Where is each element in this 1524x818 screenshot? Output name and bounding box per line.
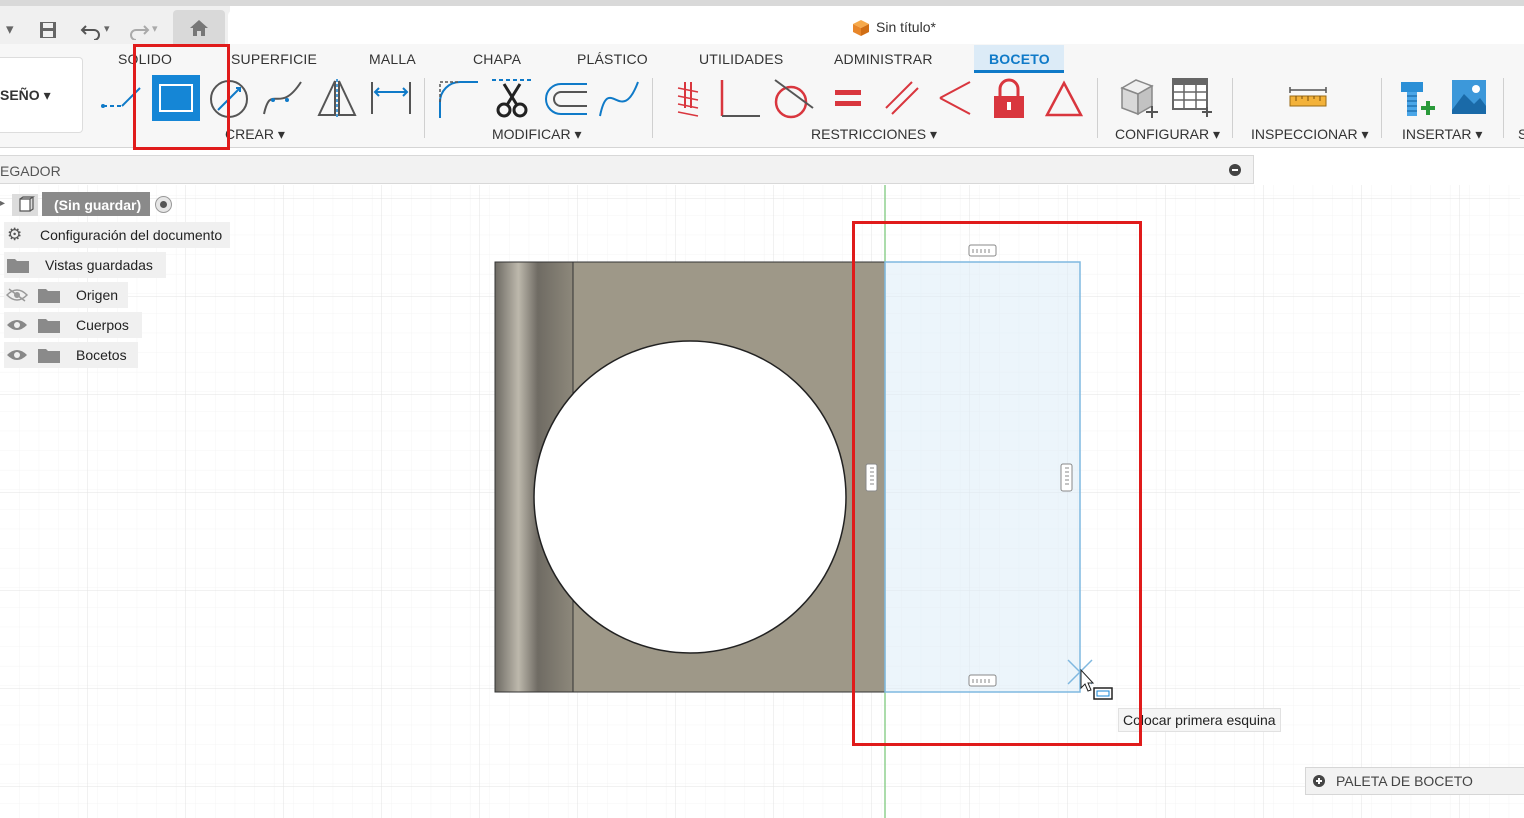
browser-header — [0, 155, 1254, 184]
modificar-group-label[interactable]: MODIFICAR ▾ — [492, 126, 581, 143]
workspace-label: SEÑO ▾ — [0, 87, 51, 103]
dimension-tool-icon[interactable] — [369, 78, 413, 118]
ribbon-separator — [652, 78, 653, 138]
sketch-curve-icon[interactable] — [597, 78, 641, 120]
undo-dropdown-icon[interactable]: ▾ — [104, 22, 110, 35]
mirror-tool-icon[interactable] — [316, 78, 358, 118]
coincident-constraint-icon[interactable] — [672, 78, 702, 118]
expand-arrow-icon[interactable]: ▸ — [0, 198, 5, 209]
fillet-tool-icon[interactable] — [436, 78, 480, 120]
tree-item-label: Vistas guardadas — [45, 257, 153, 273]
part-body — [494, 261, 886, 693]
configure-cube-icon[interactable] — [1116, 76, 1160, 120]
redo-dropdown-icon[interactable]: ▾ — [152, 22, 158, 35]
ribbon-separator — [1097, 78, 1098, 138]
expand-plus-icon[interactable] — [1313, 775, 1325, 787]
tree-item-sketches[interactable]: Bocetos — [4, 342, 138, 368]
tree-item-origin[interactable]: Origen — [4, 282, 128, 308]
highlight-rectangle-tool — [133, 44, 230, 150]
tree-item-label: Configuración del documento — [40, 227, 223, 243]
folder-icon — [38, 349, 60, 363]
spline-tool-icon[interactable] — [261, 78, 305, 118]
save-icon[interactable] — [38, 20, 58, 40]
symmetry-triangle-icon[interactable] — [1044, 80, 1084, 118]
perpendicular-constraint-icon[interactable] — [718, 78, 762, 120]
cursor-tooltip: Colocar primera esquina — [1118, 708, 1281, 732]
folder-icon — [38, 289, 60, 303]
tab-plastico[interactable]: PLÁSTICO — [577, 51, 648, 67]
eye-hidden-icon[interactable] — [6, 288, 28, 302]
tab-utilidades[interactable]: UTILIDADES — [699, 51, 783, 67]
eye-icon[interactable] — [6, 318, 28, 332]
gear-icon: ⚙ — [7, 225, 23, 244]
ribbon-separator — [424, 78, 425, 138]
tree-item-label: Origen — [76, 287, 119, 303]
home-tab[interactable] — [173, 10, 225, 44]
tab-malla[interactable]: MALLA — [369, 51, 416, 67]
restricciones-group-label[interactable]: RESTRICCIONES ▾ — [811, 126, 937, 143]
ribbon-separator — [1503, 78, 1504, 138]
select-group-label-cutoff[interactable]: S — [1518, 126, 1524, 142]
inspeccionar-group-label[interactable]: INSPECCIONAR ▾ — [1251, 126, 1369, 143]
offset-tool-icon[interactable] — [543, 80, 589, 118]
eye-icon[interactable] — [6, 348, 28, 362]
perpendicular-cross-icon[interactable] — [936, 78, 976, 118]
document-cube-icon — [853, 20, 869, 36]
browser-collapse-icon[interactable] — [1229, 164, 1241, 176]
measure-ruler-icon[interactable] — [1288, 84, 1328, 112]
component-icon — [12, 194, 38, 216]
insertar-group-label[interactable]: INSERTAR ▾ — [1402, 126, 1482, 143]
ribbon-separator — [1232, 78, 1233, 138]
design-canvas[interactable] — [0, 185, 1524, 818]
tab-administrar[interactable]: ADMINISTRAR — [834, 51, 933, 67]
tree-item-document-settings[interactable]: ⚙ Configuración del documento — [4, 222, 230, 248]
equal-constraint-icon[interactable] — [832, 86, 864, 110]
tangent-constraint-icon[interactable] — [771, 78, 815, 120]
ribbon-separator — [1381, 78, 1382, 138]
tab-superficie[interactable]: SUPERFICIE — [231, 51, 317, 67]
fix-lock-icon[interactable] — [991, 78, 1027, 120]
tree-item-saved-views[interactable]: Vistas guardadas — [4, 252, 166, 278]
sketch-palette-label: PALETA DE BOCETO — [1336, 773, 1473, 789]
tab-boceto[interactable]: BOCETO — [989, 51, 1050, 67]
tree-item-label: Cuerpos — [76, 317, 129, 333]
parallel-constraint-icon[interactable] — [882, 78, 924, 118]
browser-title: EGADOR — [0, 163, 61, 179]
document-title[interactable]: Sin título* — [876, 19, 936, 35]
dropdown-arrow-icon[interactable]: ▾ — [6, 20, 14, 38]
tab-chapa[interactable]: CHAPA — [473, 51, 521, 67]
highlight-sketch-area — [852, 221, 1142, 746]
folder-icon — [38, 319, 60, 333]
configurar-group-label[interactable]: CONFIGURAR ▾ — [1115, 126, 1220, 143]
tree-root[interactable]: ▸ (Sin guardar) — [0, 192, 176, 218]
active-tab-underline — [974, 70, 1064, 73]
tree-root-label: (Sin guardar) — [54, 197, 142, 213]
tree-item-bodies[interactable]: Cuerpos — [4, 312, 142, 338]
crear-group-label[interactable]: CREAR ▾ — [225, 126, 285, 143]
insert-image-icon[interactable] — [1450, 78, 1488, 116]
home-icon — [190, 20, 208, 36]
undo-icon[interactable] — [80, 20, 102, 40]
parameters-table-icon[interactable] — [1170, 76, 1214, 118]
activate-radio-icon[interactable] — [160, 201, 167, 208]
trim-scissors-icon[interactable] — [490, 76, 534, 120]
tree-item-label: Bocetos — [76, 347, 127, 363]
folder-icon — [7, 259, 29, 273]
insert-bolt-icon[interactable] — [1397, 78, 1437, 120]
redo-icon[interactable] — [128, 20, 150, 40]
